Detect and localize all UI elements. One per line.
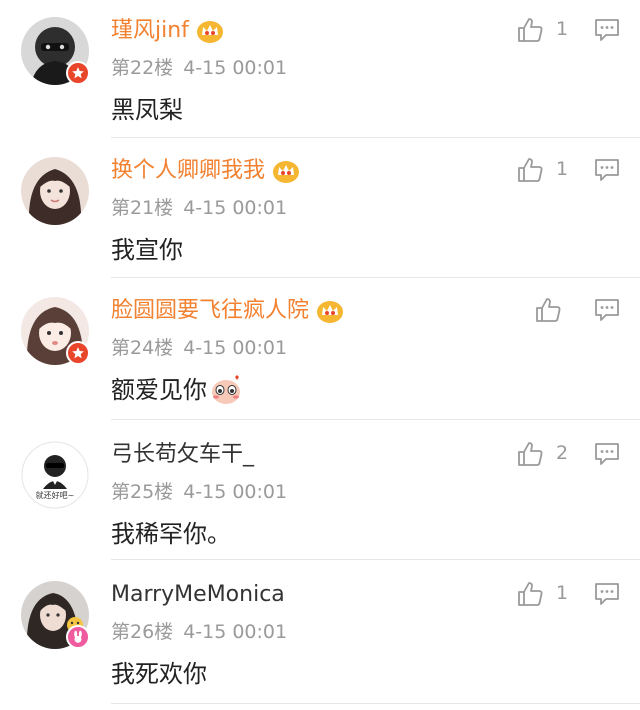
- reply-comment-icon[interactable]: [594, 297, 620, 323]
- comment-meta: 第25楼 4-15 00:01: [111, 478, 287, 506]
- divider: [111, 703, 640, 704]
- comment-list: 瑾风jinf 第22楼 4-15 00:01 黑凤梨 1 换个人卿卿我我 第21…: [0, 0, 640, 710]
- username-text[interactable]: 瑾风jinf: [111, 14, 189, 48]
- reply-comment-icon[interactable]: [594, 441, 620, 467]
- reply-comment-icon[interactable]: [594, 581, 620, 607]
- username[interactable]: 弓长苟攵车干_: [111, 438, 254, 472]
- thumbs-up-icon[interactable]: [516, 440, 544, 468]
- like-count: 1: [556, 18, 569, 40]
- divider: [111, 419, 640, 420]
- username[interactable]: MarryMeMonica: [111, 578, 285, 612]
- comment-text: 额爱见你: [111, 376, 207, 404]
- avatar[interactable]: [21, 157, 89, 225]
- username[interactable]: 脸圆圆要飞往疯人院: [111, 294, 344, 328]
- avatar[interactable]: 就还好吧~: [21, 441, 89, 509]
- comment-text: 黑凤梨: [111, 96, 183, 124]
- verified-star-icon: [66, 341, 90, 365]
- comment-item: 换个人卿卿我我 第21楼 4-15 00:01 我宣你 1: [0, 140, 640, 278]
- username[interactable]: 瑾风jinf: [111, 14, 224, 48]
- comment-time: 4-15 00:01: [183, 621, 288, 643]
- floor-number: 第22楼: [111, 57, 174, 79]
- username[interactable]: 换个人卿卿我我: [111, 154, 300, 188]
- comment-item: 瑾风jinf 第22楼 4-15 00:01 黑凤梨 1: [0, 0, 640, 138]
- like-count: 2: [556, 442, 569, 464]
- divider: [111, 277, 640, 278]
- blushing-emoji-sticker: [212, 375, 240, 404]
- comment-meta: 第24楼 4-15 00:01: [111, 334, 287, 362]
- username-text[interactable]: 弓长苟攵车干_: [111, 438, 254, 472]
- comment-time: 4-15 00:01: [183, 337, 288, 359]
- like-count: 1: [556, 158, 569, 180]
- avatar[interactable]: [21, 297, 90, 365]
- comment-content: 额爱见你: [111, 372, 243, 408]
- comment-text: 我稀罕你。: [111, 520, 231, 548]
- thumbs-up-icon[interactable]: [534, 296, 562, 324]
- divider: [111, 559, 640, 560]
- username-text[interactable]: MarryMeMonica: [111, 578, 285, 612]
- avatar[interactable]: [21, 17, 90, 85]
- comment-time: 4-15 00:01: [183, 197, 288, 219]
- floor-number: 第24楼: [111, 337, 174, 359]
- comment-item: 脸圆圆要飞往疯人院 第24楼 4-15 00:01 额爱见你: [0, 280, 640, 420]
- comment-meta: 第22楼 4-15 00:01: [111, 54, 287, 82]
- floor-number: 第25楼: [111, 481, 174, 503]
- thumbs-up-icon[interactable]: [516, 580, 544, 608]
- comment-time: 4-15 00:01: [183, 57, 288, 79]
- thumbs-up-icon[interactable]: [516, 156, 544, 184]
- avatar[interactable]: [21, 581, 90, 649]
- username-text[interactable]: 脸圆圆要飞往疯人院: [111, 294, 309, 328]
- floor-number: 第21楼: [111, 197, 174, 219]
- verified-star-icon: [66, 61, 90, 85]
- comment-time: 4-15 00:01: [183, 481, 288, 503]
- rabbit-badge-icon: [66, 625, 90, 649]
- comment-text: 我死欢你: [111, 660, 207, 688]
- vip-crown-icon: [273, 161, 300, 183]
- comment-item: 就还好吧~ 弓长苟攵车干_ 第25楼 4-15 00:01 我稀罕你。 2: [0, 424, 640, 560]
- comment-meta: 第21楼 4-15 00:01: [111, 194, 287, 222]
- thumbs-up-icon[interactable]: [516, 16, 544, 44]
- avatar-image: [21, 157, 89, 225]
- like-count: 1: [556, 582, 569, 604]
- reply-comment-icon[interactable]: [594, 157, 620, 183]
- vip-crown-icon: [196, 21, 223, 43]
- comment-item: MarryMeMonica 第26楼 4-15 00:01 我死欢你 1: [0, 564, 640, 704]
- username-text[interactable]: 换个人卿卿我我: [111, 154, 265, 188]
- comment-meta: 第26楼 4-15 00:01: [111, 618, 287, 646]
- floor-number: 第26楼: [111, 621, 174, 643]
- comment-text: 我宣你: [111, 236, 183, 264]
- vip-crown-icon: [317, 301, 344, 323]
- divider: [111, 137, 640, 138]
- avatar-caption: 就还好吧~: [35, 491, 75, 500]
- reply-comment-icon[interactable]: [594, 17, 620, 43]
